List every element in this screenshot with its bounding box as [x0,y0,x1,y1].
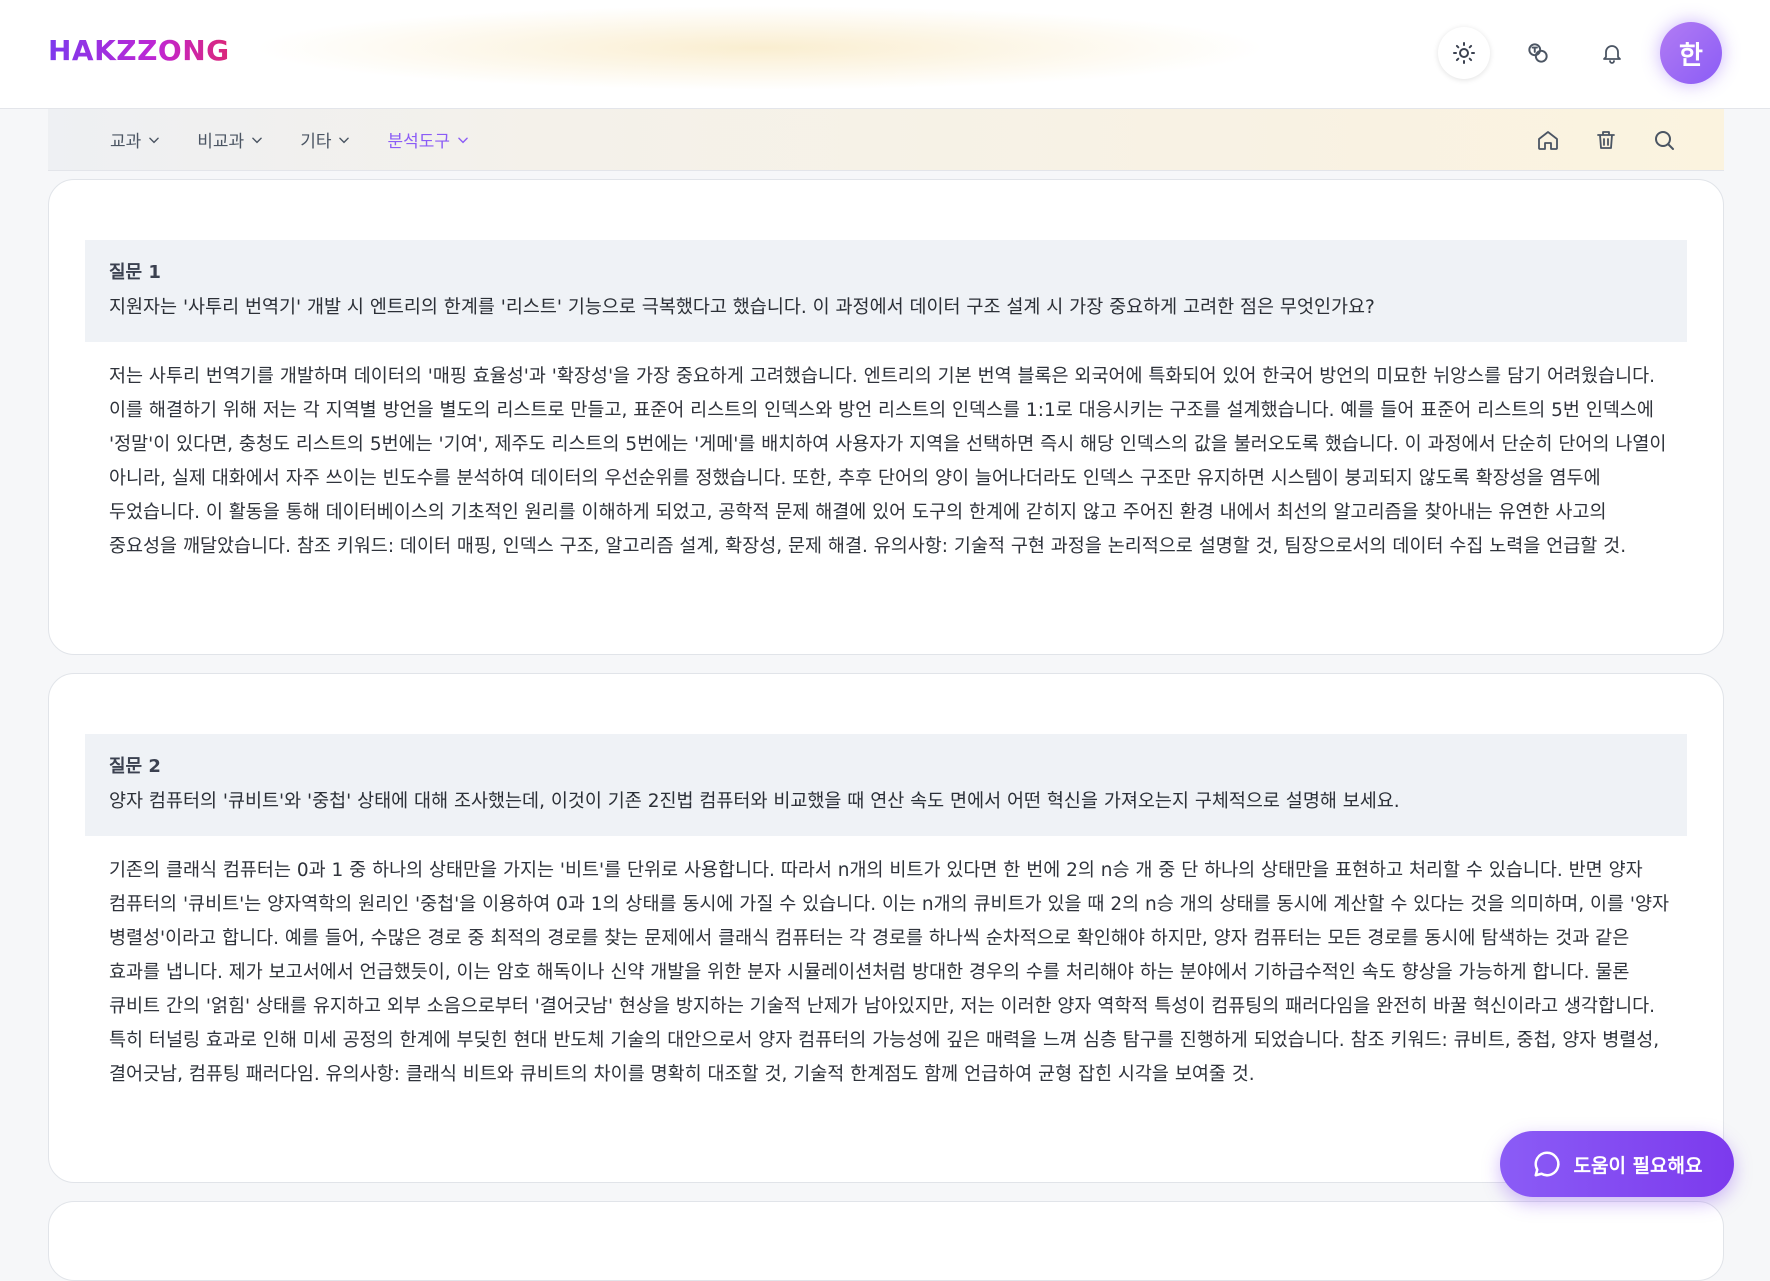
header-actions: 한 [1438,22,1722,84]
user-avatar[interactable]: 한 [1660,22,1722,84]
menu-item-analysis-tools[interactable]: 분석도구 [387,127,470,152]
search-button[interactable] [1650,126,1678,154]
question-card [48,1201,1724,1281]
trash-icon [1597,130,1615,149]
question-card: 질문 1 지원자는 '사투리 번역기' 개발 시 엔트리의 한계를 '리스트' … [48,179,1724,655]
question-text: 지원자는 '사투리 번역기' 개발 시 엔트리의 한계를 '리스트' 기능으로 … [109,297,1375,318]
menu-item-label: 비교과 [197,132,245,152]
home-icon [1538,130,1558,150]
help-button[interactable]: 도움이 필요해요 [1500,1131,1734,1197]
menu-item-label: 교과 [110,132,142,152]
chevron-down-icon [149,137,160,143]
answer-text: 기존의 클래식 컴퓨터는 0과 1 중 하나의 상태만을 가지는 '비트'를 단… [109,860,1670,1085]
app-logo[interactable]: HAKZZONG [48,34,230,67]
menu-item-label: 기타 [300,132,332,152]
delete-button[interactable] [1592,126,1620,154]
chat-bubble-icon [1534,1151,1560,1177]
question-label: 질문 1 [109,262,161,283]
sun-icon [1453,42,1475,64]
answer-text: 저는 사투리 번역기를 개발하며 데이터의 '매핑 효율성'과 '확장성'을 가… [109,366,1667,557]
search-icon [1655,130,1674,150]
question-box: 질문 1 지원자는 '사투리 번역기' 개발 시 엔트리의 한계를 '리스트' … [85,240,1687,342]
sub-navigation: 교과 비교과 기타 분석도구 [48,109,1724,171]
menu-item-extracurricular[interactable]: 비교과 [197,127,264,152]
notifications-button[interactable] [1586,27,1638,79]
chevron-down-icon [458,137,468,143]
help-button-label: 도움이 필요해요 [1573,1154,1703,1177]
category-menu: 교과 비교과 기타 분석도구 [110,109,470,170]
question-box: 질문 2 양자 컴퓨터의 '큐비트'와 '중첩' 상태에 대해 조사했는데, 이… [85,734,1687,836]
menu-item-curricular[interactable]: 교과 [110,127,161,152]
language-button[interactable] [1512,27,1564,79]
menu-item-label: 분석도구 [387,132,451,152]
top-header: HAKZZONG 한 [0,0,1770,109]
menu-item-etc[interactable]: 기타 [300,127,351,152]
question-label: 질문 2 [109,756,161,777]
translate-icon [1528,43,1548,63]
question-text: 양자 컴퓨터의 '큐비트'와 '중첩' 상태에 대해 조사했는데, 이것이 기존… [109,791,1400,812]
subnav-tools [1534,109,1678,170]
chevron-down-icon [252,137,262,143]
chevron-down-icon [339,137,350,143]
home-button[interactable] [1534,126,1562,154]
bell-icon [1603,45,1621,64]
theme-toggle-button[interactable] [1438,27,1490,79]
question-card: 질문 2 양자 컴퓨터의 '큐비트'와 '중첩' 상태에 대해 조사했는데, 이… [48,673,1724,1183]
